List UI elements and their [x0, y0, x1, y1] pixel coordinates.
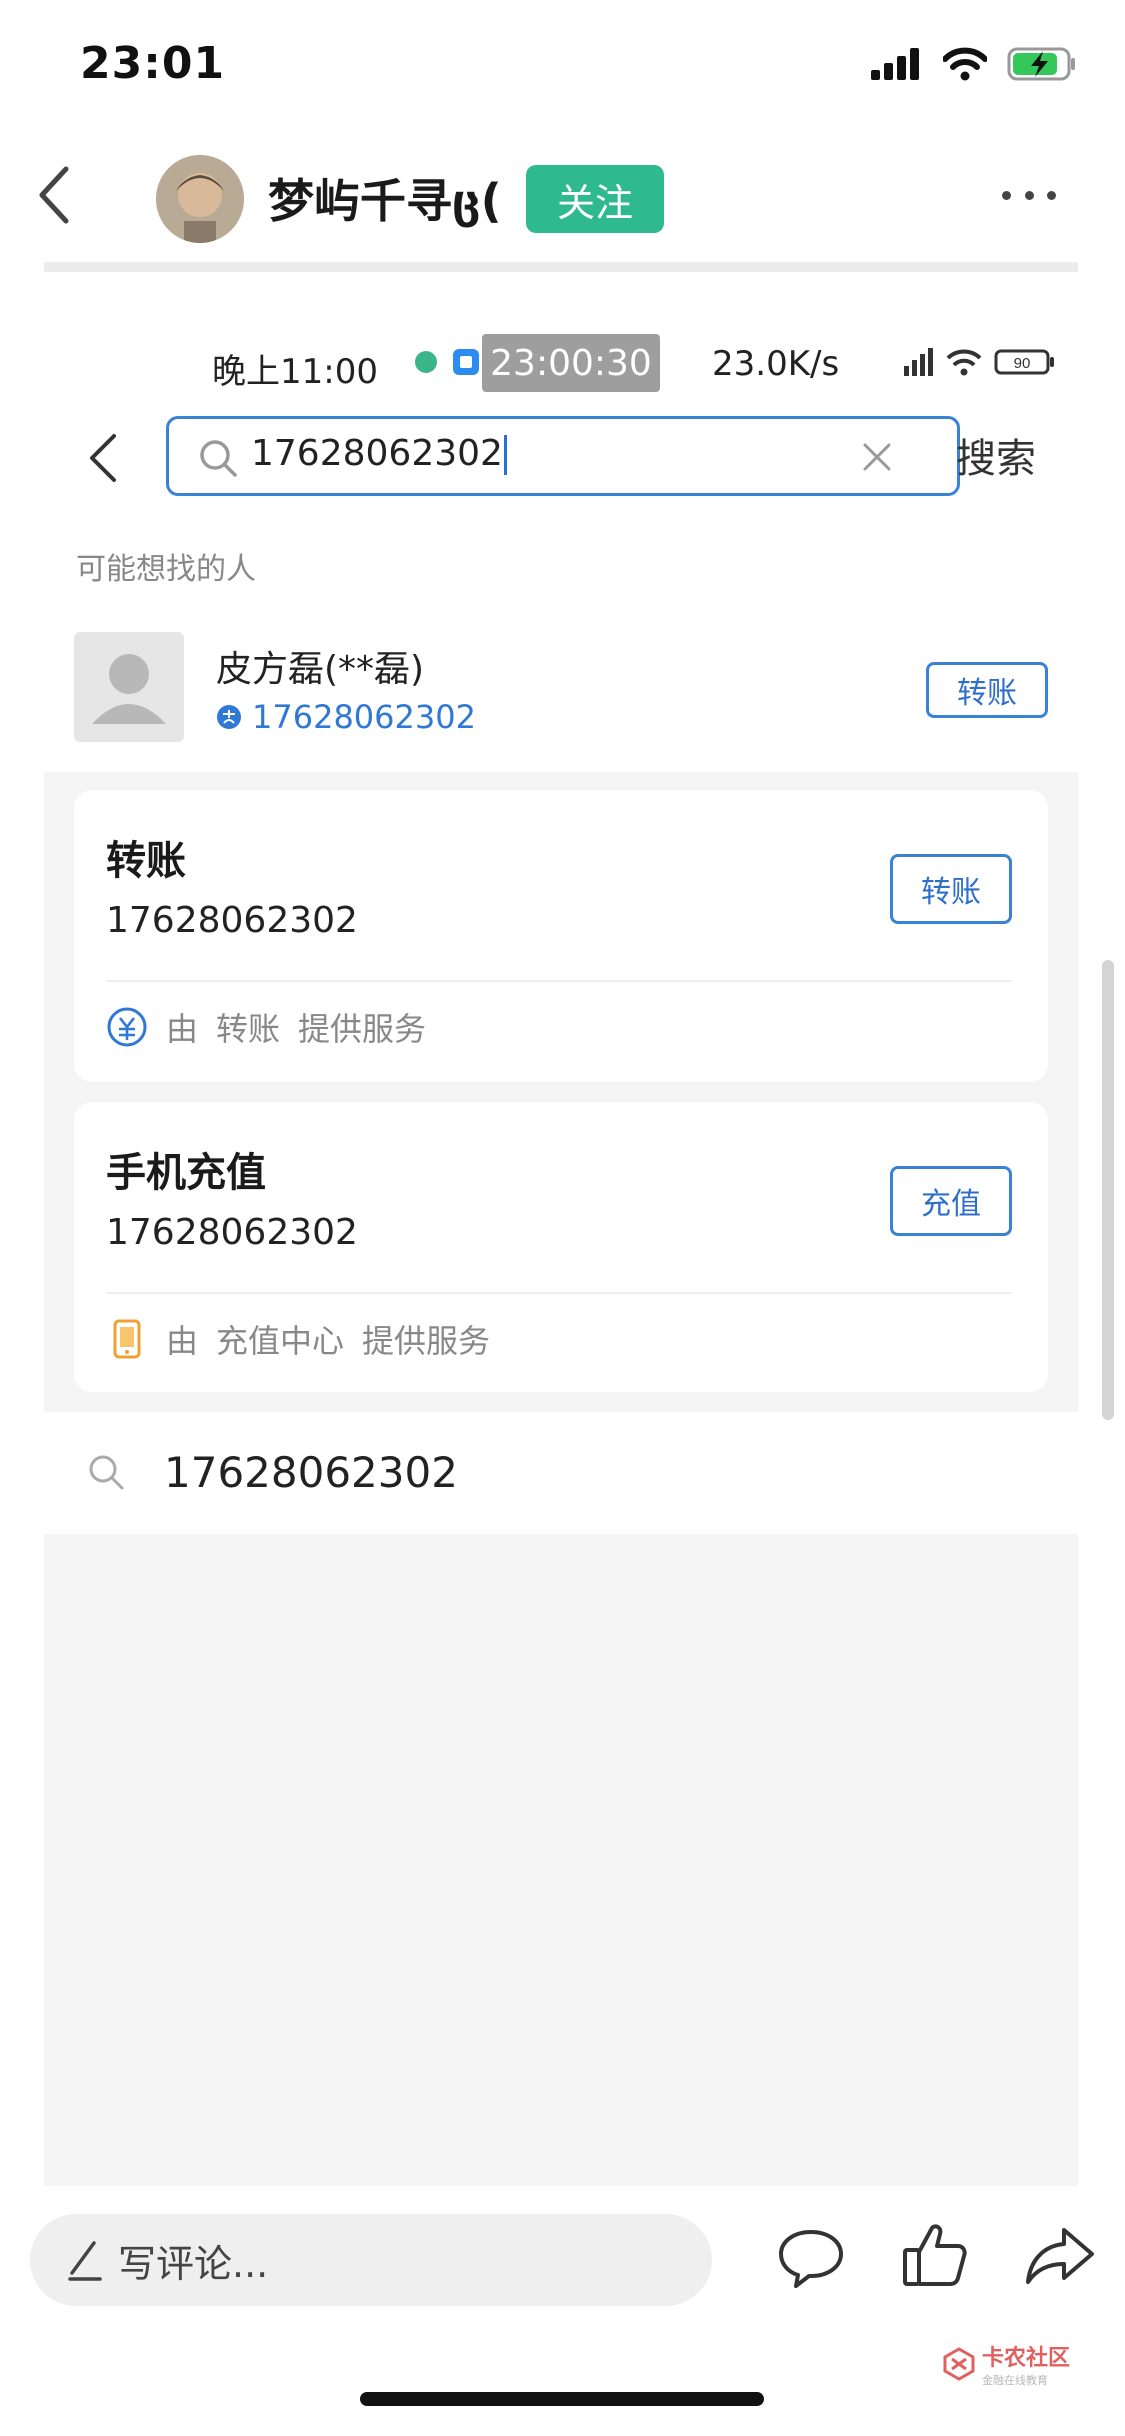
suggestion-text[interactable]: 17628062302 — [164, 1448, 458, 1497]
more-dot-icon — [1047, 190, 1056, 200]
person-result-row[interactable]: 皮方磊(**磊) 17628062302 转账 — [44, 632, 1078, 772]
transfer-yuan-icon — [107, 1007, 147, 1047]
search-icon — [197, 437, 239, 479]
service-provider: 由 充值中心 提供服务 — [106, 1316, 490, 1362]
clear-button[interactable] — [859, 439, 895, 475]
recharge-button[interactable]: 充值 — [890, 1166, 1012, 1236]
battery-charging-icon — [1007, 47, 1075, 81]
search-value[interactable]: 17628062302 — [251, 433, 507, 475]
app-notification-icon — [415, 351, 437, 373]
section-label: 可能想找的人 — [76, 552, 256, 587]
card-number: 17628062302 — [106, 1212, 358, 1253]
wifi-icon — [946, 349, 982, 376]
embedded-status-icons: 90 — [904, 348, 1056, 376]
service-provider: 由 转账 提供服务 — [106, 1004, 426, 1050]
author-avatar[interactable] — [156, 155, 244, 243]
comment-button[interactable] — [776, 2226, 846, 2290]
share-button[interactable] — [1024, 2224, 1096, 2288]
search-button[interactable]: 搜索 — [956, 426, 1036, 484]
search-input[interactable]: 17628062302 — [166, 416, 960, 496]
card-title: 转账 — [106, 838, 186, 884]
divider — [44, 262, 1078, 272]
follow-button[interactable]: 关注 — [526, 165, 664, 233]
search-suggestion-row[interactable]: 17628062302 — [44, 1412, 1078, 1534]
app-notification-icon — [453, 349, 479, 375]
transfer-card[interactable]: 转账 17628062302 转账 由 转账 提供服务 — [74, 790, 1048, 1082]
comment-placeholder: 写评论... — [118, 2241, 269, 2286]
home-indicator[interactable] — [360, 2392, 764, 2406]
chevron-left-icon — [90, 434, 116, 482]
back-button[interactable] — [34, 165, 74, 225]
card-title: 手机充值 — [106, 1150, 266, 1196]
pen-icon — [68, 2241, 102, 2281]
watermark: 卡农社区 金融在线教育 — [942, 2340, 1070, 2388]
embedded-screenshot: 晚上11:00 23:00:30 23.0K/s 90 17628062302 … — [44, 272, 1078, 2186]
chevron-left-icon — [39, 166, 69, 224]
comment-bubble-icon — [779, 2230, 843, 2288]
alipay-icon — [217, 705, 241, 729]
search-icon — [86, 1452, 126, 1492]
default-avatar-icon — [74, 632, 184, 742]
person-phone: 17628062302 — [216, 698, 476, 736]
signal-icon — [904, 348, 933, 376]
watermark-text: 卡农社区 — [982, 2346, 1071, 2371]
more-dot-icon — [1002, 190, 1011, 200]
watermark-subtext: 金融在线教育 — [982, 2374, 1048, 2387]
like-button[interactable] — [900, 2220, 970, 2290]
recharge-card[interactable]: 手机充值 17628062302 充值 由 充值中心 提供服务 — [74, 1102, 1048, 1392]
status-icons — [871, 46, 1077, 82]
share-arrow-icon — [1026, 2228, 1094, 2284]
divider — [106, 1292, 1012, 1294]
author-name[interactable]: 梦屿千寻ც( — [268, 165, 502, 231]
thumbs-up-icon — [903, 2224, 967, 2286]
recording-timer: 23:00:30 — [482, 334, 660, 392]
card-number: 17628062302 — [106, 900, 358, 941]
scrollbar[interactable] — [1102, 960, 1114, 1420]
more-options-button[interactable] — [1002, 185, 1056, 205]
person-transfer-button[interactable]: 转账 — [926, 662, 1048, 718]
close-icon — [863, 443, 891, 471]
battery-level: 90 — [1014, 355, 1031, 372]
comment-input[interactable]: 写评论... — [30, 2214, 712, 2306]
embedded-notification-icons — [414, 348, 480, 376]
text-caret — [503, 435, 507, 475]
search-back-button[interactable] — [86, 432, 120, 484]
person-name: 皮方磊(**磊) — [216, 649, 425, 690]
transfer-button[interactable]: 转账 — [890, 854, 1012, 924]
divider — [106, 980, 1012, 982]
signal-icon — [871, 48, 919, 80]
status-time: 23:01 — [80, 38, 226, 89]
battery-icon: 90 — [994, 349, 1054, 375]
more-dot-icon — [1024, 190, 1034, 200]
wifi-icon — [943, 47, 987, 81]
network-speed: 23.0K/s — [712, 344, 840, 384]
phone-icon — [113, 1319, 141, 1359]
watermark-logo-icon — [943, 2347, 975, 2381]
embedded-status-time: 晚上11:00 — [212, 352, 378, 392]
